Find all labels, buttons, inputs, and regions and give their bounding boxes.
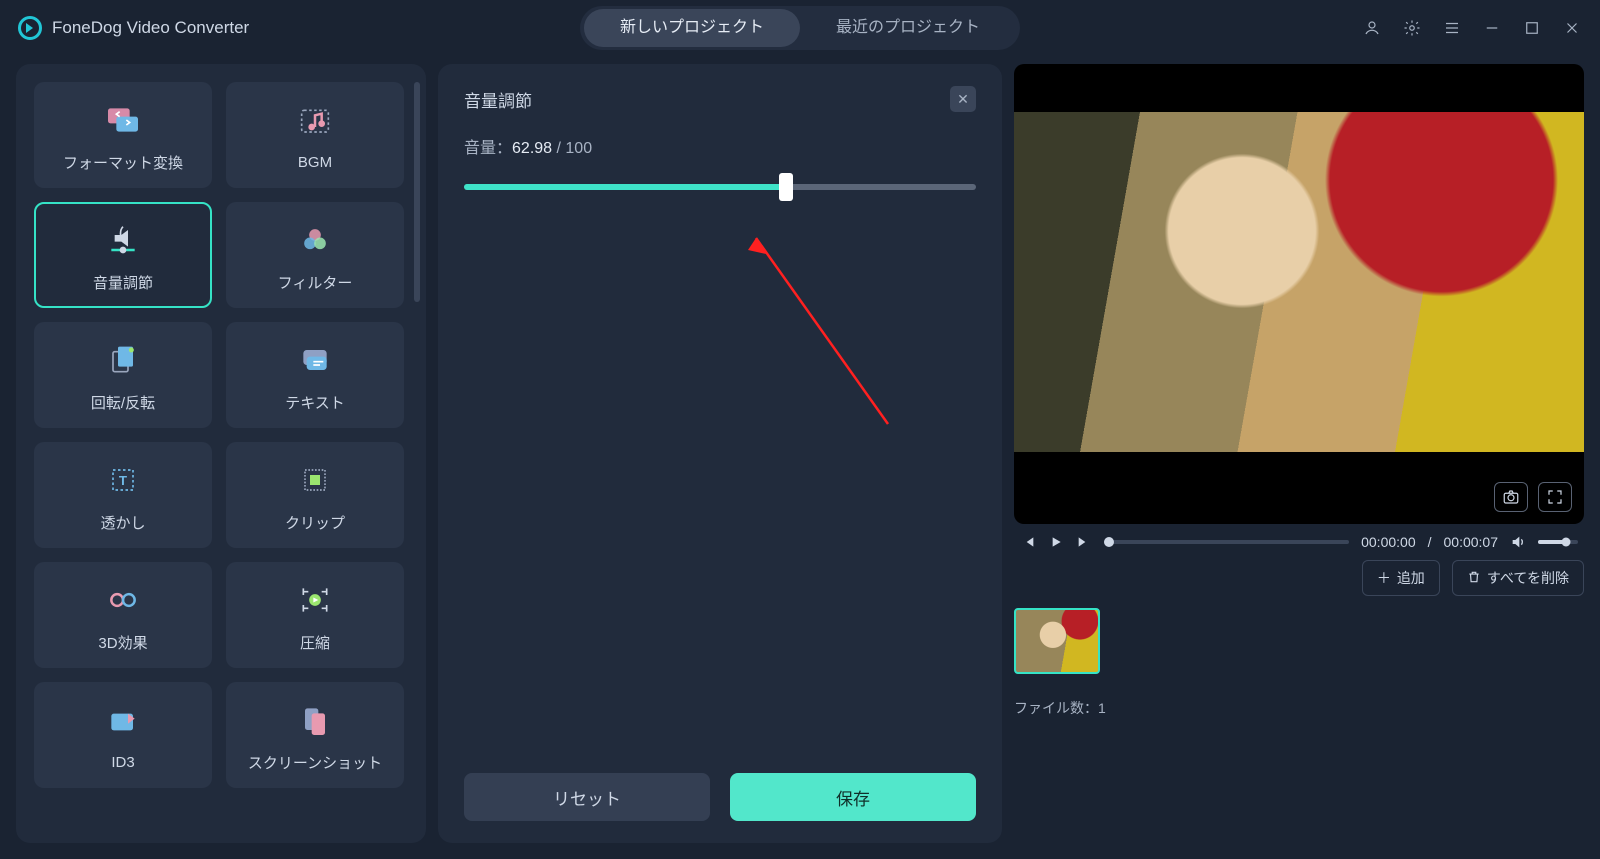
- tool-label: フィルター: [278, 272, 353, 293]
- file-count: ファイル数：1: [1014, 698, 1584, 718]
- tool-panel: フォーマット変換 BGM 音量調節 フィルター 回転/反転: [16, 64, 426, 843]
- settings-panel: 音量調節 ✕ 音量：62.98 / 100 リセット 保存: [438, 64, 1002, 843]
- format-convert-icon: [101, 98, 145, 142]
- tool-clip[interactable]: クリップ: [226, 442, 404, 548]
- tool-rotate[interactable]: 回転/反転: [34, 322, 212, 428]
- watermark-icon: T: [101, 458, 145, 502]
- minimize-icon[interactable]: [1482, 18, 1502, 38]
- plus-icon: ＋: [1377, 568, 1391, 588]
- rotate-icon: [101, 338, 145, 382]
- window-controls: [1362, 18, 1582, 38]
- annotation-arrow-icon: [738, 224, 898, 434]
- account-icon[interactable]: [1362, 18, 1382, 38]
- delete-all-label: すべてを削除: [1487, 568, 1569, 588]
- tool-filter[interactable]: フィルター: [226, 202, 404, 308]
- svg-text:T: T: [119, 473, 127, 488]
- save-button[interactable]: 保存: [730, 773, 976, 821]
- titlebar: FoneDog Video Converter 新しいプロジェクト 最近のプロジ…: [0, 0, 1600, 56]
- volume-icon: [101, 218, 145, 262]
- volume-readout: 音量：62.98 / 100: [464, 134, 976, 158]
- mini-volume-slider[interactable]: [1538, 540, 1578, 544]
- volume-slider[interactable]: [464, 184, 976, 190]
- volume-max: / 100: [552, 140, 592, 157]
- next-button[interactable]: [1076, 534, 1092, 550]
- app-logo-icon: [18, 16, 42, 40]
- file-actions: ＋ 追加 すべてを削除: [1014, 560, 1584, 596]
- tool-grid: フォーマット変換 BGM 音量調節 フィルター 回転/反転: [34, 82, 404, 788]
- video-preview: [1014, 64, 1584, 524]
- tool-scrollbar[interactable]: [414, 82, 420, 302]
- preview-frame: [1014, 112, 1584, 452]
- time-current: 00:00:00: [1361, 534, 1416, 550]
- tab-recent-projects[interactable]: 最近のプロジェクト: [800, 9, 1016, 47]
- progress-bar[interactable]: [1104, 540, 1349, 544]
- id3-icon: [101, 700, 145, 744]
- close-icon[interactable]: [1562, 18, 1582, 38]
- time-total: 00:00:07: [1444, 534, 1499, 550]
- tool-compress[interactable]: 圧縮: [226, 562, 404, 668]
- tool-format-convert[interactable]: フォーマット変換: [34, 82, 212, 188]
- tool-watermark[interactable]: T 透かし: [34, 442, 212, 548]
- tool-label: BGM: [298, 154, 332, 171]
- play-button[interactable]: [1048, 534, 1064, 550]
- tool-label: フォーマット変換: [63, 152, 183, 173]
- tool-label: テキスト: [285, 392, 345, 413]
- text-icon: [293, 338, 337, 382]
- tool-volume[interactable]: 音量調節: [34, 202, 212, 308]
- tool-label: 圧縮: [300, 632, 330, 653]
- tool-id3[interactable]: ID3: [34, 682, 212, 788]
- volume-value: 62.98: [512, 140, 552, 157]
- 3d-icon: [101, 578, 145, 622]
- fullscreen-button[interactable]: [1538, 482, 1572, 512]
- bgm-icon: [293, 100, 337, 144]
- trash-icon: [1467, 570, 1481, 587]
- delete-all-button[interactable]: すべてを削除: [1452, 560, 1584, 596]
- tool-3d[interactable]: 3D効果: [34, 562, 212, 668]
- file-thumbnail[interactable]: [1014, 608, 1100, 674]
- volume-slider-fill: [464, 184, 786, 190]
- tool-label: 透かし: [100, 512, 145, 533]
- compress-icon: [293, 578, 337, 622]
- tool-bgm[interactable]: BGM: [226, 82, 404, 188]
- clip-icon: [293, 458, 337, 502]
- file-count-label: ファイル数：: [1014, 700, 1098, 716]
- reset-button[interactable]: リセット: [464, 773, 710, 821]
- menu-icon[interactable]: [1442, 18, 1462, 38]
- maximize-icon[interactable]: [1522, 18, 1542, 38]
- add-file-button[interactable]: ＋ 追加: [1362, 560, 1440, 596]
- tool-screenshot[interactable]: スクリーンショット: [226, 682, 404, 788]
- tool-text[interactable]: テキスト: [226, 322, 404, 428]
- main-area: フォーマット変換 BGM 音量調節 フィルター 回転/反転: [0, 56, 1600, 859]
- time-sep: /: [1428, 534, 1432, 550]
- tab-new-project[interactable]: 新しいプロジェクト: [584, 9, 800, 47]
- panel-title: 音量調節: [464, 87, 532, 112]
- tool-label: ID3: [111, 754, 134, 771]
- tool-label: 回転/反転: [91, 392, 155, 413]
- file-count-value: 1: [1098, 700, 1106, 716]
- transport-bar: 00:00:00 / 00:00:07: [1014, 534, 1584, 550]
- file-thumbnails: [1014, 608, 1584, 674]
- volume-slider-thumb[interactable]: [779, 173, 793, 201]
- screenshot-icon: [293, 698, 337, 742]
- add-label: 追加: [1397, 568, 1425, 588]
- app-title: FoneDog Video Converter: [52, 18, 249, 38]
- preview-panel: 00:00:00 / 00:00:07 ＋ 追加 すべてを削除 ファイル数：1: [1014, 64, 1584, 843]
- tool-label: 3D効果: [98, 632, 147, 653]
- prev-button[interactable]: [1020, 534, 1036, 550]
- settings-icon[interactable]: [1402, 18, 1422, 38]
- project-tabs: 新しいプロジェクト 最近のプロジェクト: [580, 6, 1020, 50]
- tool-label: クリップ: [285, 512, 345, 533]
- snapshot-button[interactable]: [1494, 482, 1528, 512]
- filter-icon: [293, 218, 337, 262]
- volume-label: 音量：: [464, 140, 512, 157]
- mute-button[interactable]: [1510, 534, 1526, 550]
- panel-close-button[interactable]: ✕: [950, 86, 976, 112]
- tool-label: 音量調節: [93, 272, 153, 293]
- tool-label: スクリーンショット: [248, 752, 382, 773]
